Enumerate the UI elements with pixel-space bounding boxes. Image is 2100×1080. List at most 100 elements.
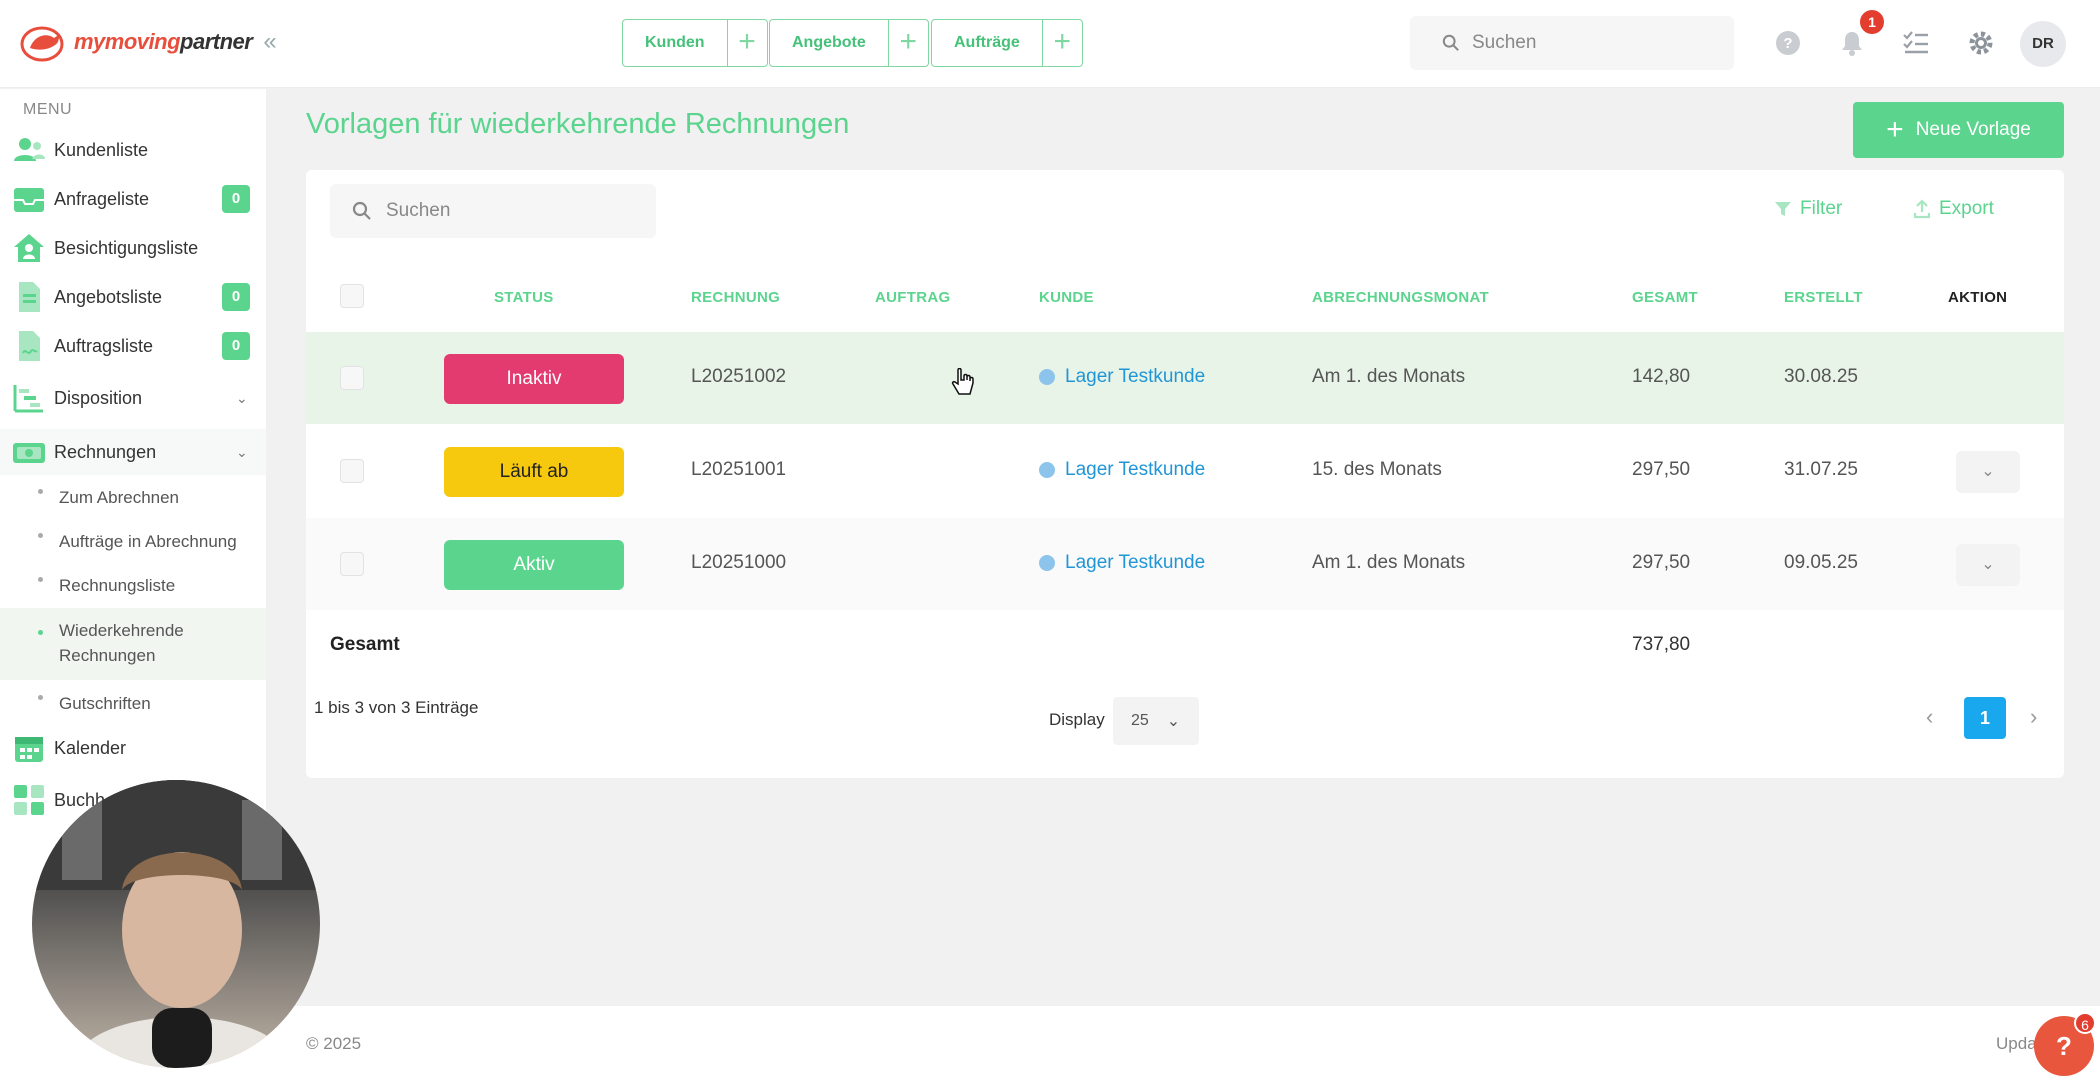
- presenter-video-icon: [32, 780, 320, 1068]
- total-amount: 142,80: [1632, 366, 1691, 387]
- count-badge: 0: [222, 332, 250, 360]
- filter-button[interactable]: Filter: [1774, 198, 1842, 220]
- customer-link[interactable]: Lager Testkunde: [1039, 459, 1205, 481]
- column-header-status[interactable]: STATUS: [494, 289, 554, 306]
- column-header-kunde[interactable]: KUNDE: [1039, 289, 1094, 306]
- export-button[interactable]: Export: [1913, 198, 1994, 220]
- customer-link[interactable]: Lager Testkunde: [1039, 366, 1205, 388]
- sidebar-item-label: Rechnungen: [54, 441, 157, 462]
- bell-icon[interactable]: [1837, 28, 1867, 58]
- external-link-icon: [1039, 555, 1055, 571]
- row-action-dropdown[interactable]: ⌄: [1956, 451, 2020, 493]
- signed-document-icon: [19, 331, 40, 361]
- column-header-rechnung[interactable]: RECHNUNG: [691, 289, 780, 306]
- table-search-input[interactable]: Suchen: [330, 184, 656, 238]
- brand-logo[interactable]: mymovingpartner: [20, 22, 253, 62]
- total-amount: 297,50: [1632, 459, 1691, 480]
- sidebar-item-angebotsliste[interactable]: Angebotsliste 0: [0, 274, 266, 320]
- sidebar-subitem-zum-abrechnen[interactable]: Zum Abrechnen: [0, 475, 266, 519]
- sidebar-item-label: Auftragsliste: [54, 335, 154, 356]
- sidebar-subitem-wiederkehrende-rechnungen[interactable]: Wiederkehrende Rechnungen: [0, 608, 266, 680]
- customer-name: Lager Testkunde: [1065, 459, 1206, 480]
- help-chat-badge: 6: [2074, 1012, 2096, 1034]
- brand-name: mymovingpartner: [74, 29, 253, 54]
- sidebar-item-auftragsliste[interactable]: Auftragsliste 0: [0, 323, 266, 369]
- gear-icon[interactable]: [1966, 28, 1996, 58]
- pagination-next-icon[interactable]: ›: [2030, 704, 2037, 730]
- invoice-number: L20251002: [691, 366, 787, 387]
- user-avatar[interactable]: DR: [2020, 21, 2066, 67]
- row-checkbox[interactable]: [340, 552, 364, 576]
- bullet-icon: [38, 630, 43, 635]
- users-icon: [14, 138, 45, 161]
- help-icon[interactable]: ?: [1773, 28, 1803, 58]
- task-list-icon[interactable]: [1901, 28, 1931, 58]
- quick-kunden-button[interactable]: Kunden: [623, 20, 727, 66]
- bullet-icon: [38, 577, 43, 582]
- notification-badge: 1: [1860, 10, 1884, 34]
- sidebar-subitem-rechnungsliste[interactable]: Rechnungsliste: [0, 563, 266, 607]
- upload-icon: [1913, 199, 1931, 219]
- money-bill-icon: [13, 443, 45, 463]
- add-kunde-icon[interactable]: +: [726, 20, 767, 66]
- created-date: 30.08.25: [1784, 366, 1858, 387]
- new-template-button[interactable]: + Neue Vorlage: [1853, 102, 2064, 158]
- created-date: 31.07.25: [1784, 459, 1858, 480]
- billing-month: Am 1. des Monats: [1312, 552, 1466, 573]
- gantt-chart-icon: [13, 385, 43, 413]
- sidebar-subitem-gutschriften[interactable]: Gutschriften: [0, 681, 266, 725]
- sidebar-item-label: Kalender: [54, 737, 127, 758]
- column-header-gesamt[interactable]: GESAMT: [1632, 289, 1698, 306]
- select-all-checkbox[interactable]: [340, 284, 364, 308]
- pagination-page-button[interactable]: 1: [1964, 697, 2006, 739]
- table-row[interactable]: Inaktiv L20251002 Lager Testkunde Am 1. …: [306, 332, 2064, 424]
- page-size-select[interactable]: 25 ⌄: [1113, 697, 1199, 745]
- pagination-prev-icon[interactable]: ‹: [1926, 704, 1933, 730]
- copyright-text: © 2025: [306, 1034, 362, 1053]
- column-header-erstellt[interactable]: ERSTELLT: [1784, 289, 1863, 306]
- chevron-down-icon: ⌄: [1981, 463, 1995, 480]
- quick-auftraege-button[interactable]: Aufträge: [932, 20, 1042, 66]
- sidebar-subitem-auftraege-in-abrechnung[interactable]: Aufträge in Abrechnung: [0, 519, 266, 563]
- add-angebot-icon[interactable]: +: [887, 20, 928, 66]
- customer-name: Lager Testkunde: [1065, 552, 1206, 573]
- sidebar-item-kalender[interactable]: Kalender: [0, 725, 266, 771]
- billing-month: Am 1. des Monats: [1312, 366, 1466, 387]
- global-search-input[interactable]: Suchen: [1410, 16, 1734, 70]
- quick-angebote-button[interactable]: Angebote: [770, 20, 888, 66]
- sidebar-item-disposition[interactable]: Disposition ⌄: [0, 375, 266, 421]
- status-badge: Läuft ab: [444, 447, 624, 497]
- customer-link[interactable]: Lager Testkunde: [1039, 552, 1205, 574]
- customer-name: Lager Testkunde: [1065, 366, 1206, 387]
- sidebar-item-label: Kundenliste: [54, 139, 149, 160]
- row-checkbox[interactable]: [340, 459, 364, 483]
- filter-label: Filter: [1800, 198, 1843, 219]
- count-badge: 0: [222, 283, 250, 311]
- entries-info: 1 bis 3 von 3 Einträge: [314, 698, 479, 717]
- global-search-placeholder: Suchen: [1472, 32, 1537, 53]
- house-user-icon: [14, 234, 44, 262]
- column-header-abrechnungsmonat[interactable]: ABRECHNUNGSMONAT: [1312, 289, 1489, 306]
- presenter-webcam-overlay: [32, 780, 320, 1068]
- summary-total: 737,80: [1632, 634, 1691, 655]
- sidebar-item-kundenliste[interactable]: Kundenliste: [0, 127, 266, 173]
- chevron-down-icon: ⌄: [236, 443, 248, 460]
- page-size-value: 25: [1131, 712, 1149, 729]
- status-badge: Inaktiv: [444, 354, 624, 404]
- table-row[interactable]: Aktiv L20251000 Lager Testkunde Am 1. de…: [306, 518, 2064, 610]
- row-action-dropdown[interactable]: ⌄: [1956, 544, 2020, 586]
- collapse-sidebar-icon[interactable]: «: [256, 30, 284, 58]
- table-row[interactable]: Läuft ab L20251001 Lager Testkunde 15. d…: [306, 425, 2064, 517]
- status-badge: Aktiv: [444, 540, 624, 590]
- sidebar-item-label: Disposition: [54, 387, 143, 408]
- row-checkbox[interactable]: [340, 366, 364, 390]
- sidebar-item-besichtigungsliste[interactable]: Besichtigungsliste: [0, 225, 266, 271]
- bullet-icon: [38, 695, 43, 700]
- sidebar-item-rechnungen[interactable]: Rechnungen ⌄: [0, 429, 266, 475]
- add-auftrag-icon[interactable]: +: [1041, 20, 1082, 66]
- sidebar-item-anfrageliste[interactable]: Anfrageliste 0: [0, 176, 266, 222]
- menu-title: MENU: [23, 101, 73, 118]
- quick-angebote: Angebote +: [769, 19, 929, 67]
- column-header-auftrag[interactable]: AUFTRAG: [875, 289, 950, 306]
- created-date: 09.05.25: [1784, 552, 1858, 573]
